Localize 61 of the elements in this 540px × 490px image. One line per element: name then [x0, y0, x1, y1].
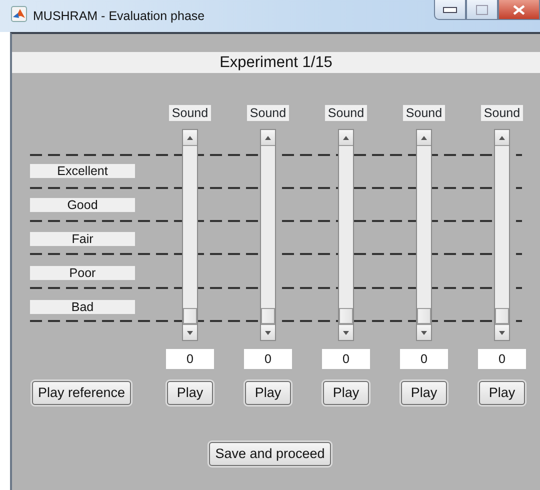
- close-button[interactable]: [498, 0, 540, 20]
- down-arrow-icon: [265, 330, 271, 334]
- maximize-button[interactable]: [466, 0, 498, 20]
- rating-label: Poor: [30, 266, 135, 280]
- scroll-up-button[interactable]: [339, 130, 353, 146]
- vertical-slider[interactable]: [182, 129, 198, 341]
- play-button[interactable]: Play: [479, 381, 525, 405]
- score-field[interactable]: 0: [478, 349, 526, 369]
- slider-thumb[interactable]: [339, 308, 353, 324]
- rating-label: Fair: [30, 232, 135, 246]
- sound-label: Sound: [246, 105, 290, 121]
- up-arrow-icon: [499, 136, 505, 140]
- up-arrow-icon: [265, 136, 271, 140]
- score-field[interactable]: 0: [400, 349, 448, 369]
- minimize-icon: [443, 6, 457, 12]
- up-arrow-icon: [343, 136, 349, 140]
- rating-label: Excellent: [30, 164, 135, 178]
- scroll-down-button[interactable]: [339, 324, 353, 340]
- play-button[interactable]: Play: [323, 381, 369, 405]
- slider-thumb[interactable]: [417, 308, 431, 324]
- vertical-slider[interactable]: [494, 129, 510, 341]
- vertical-slider[interactable]: [416, 129, 432, 341]
- sound-label: Sound: [480, 105, 524, 121]
- slider-thumb[interactable]: [495, 308, 509, 324]
- slider-thumb[interactable]: [183, 308, 197, 324]
- up-arrow-icon: [421, 136, 427, 140]
- up-arrow-icon: [187, 136, 193, 140]
- score-field[interactable]: 0: [244, 349, 292, 369]
- scroll-down-button[interactable]: [183, 324, 197, 340]
- vertical-slider[interactable]: [338, 129, 354, 341]
- rating-label: Bad: [30, 300, 135, 314]
- scroll-up-button[interactable]: [183, 130, 197, 146]
- score-field[interactable]: 0: [322, 349, 370, 369]
- minimize-button[interactable]: [434, 0, 466, 20]
- save-button[interactable]: Save and proceed: [209, 442, 331, 466]
- down-arrow-icon: [187, 330, 193, 334]
- sound-label: Sound: [402, 105, 446, 121]
- sound-label: Sound: [168, 105, 212, 121]
- play-button[interactable]: Play: [167, 381, 213, 405]
- play-button[interactable]: Play: [401, 381, 447, 405]
- scroll-down-button[interactable]: [495, 324, 509, 340]
- slider-thumb[interactable]: [261, 308, 275, 324]
- maximize-icon: [476, 4, 488, 14]
- app-icon: [11, 6, 27, 22]
- play-reference-button[interactable]: Play reference: [32, 381, 132, 405]
- experiment-header: Experiment 1/15: [12, 52, 540, 73]
- score-field[interactable]: 0: [166, 349, 214, 369]
- scroll-up-button[interactable]: [495, 130, 509, 146]
- scroll-up-button[interactable]: [261, 130, 275, 146]
- scroll-down-button[interactable]: [261, 324, 275, 340]
- window-title: MUSHRAM - Evaluation phase: [33, 8, 205, 25]
- play-button[interactable]: Play: [245, 381, 291, 405]
- sound-label: Sound: [324, 105, 368, 121]
- down-arrow-icon: [421, 330, 427, 334]
- vertical-slider[interactable]: [260, 129, 276, 341]
- scroll-down-button[interactable]: [417, 324, 431, 340]
- down-arrow-icon: [343, 330, 349, 334]
- scroll-up-button[interactable]: [417, 130, 431, 146]
- down-arrow-icon: [499, 330, 505, 334]
- close-icon: [513, 4, 525, 14]
- rating-label: Good: [30, 198, 135, 212]
